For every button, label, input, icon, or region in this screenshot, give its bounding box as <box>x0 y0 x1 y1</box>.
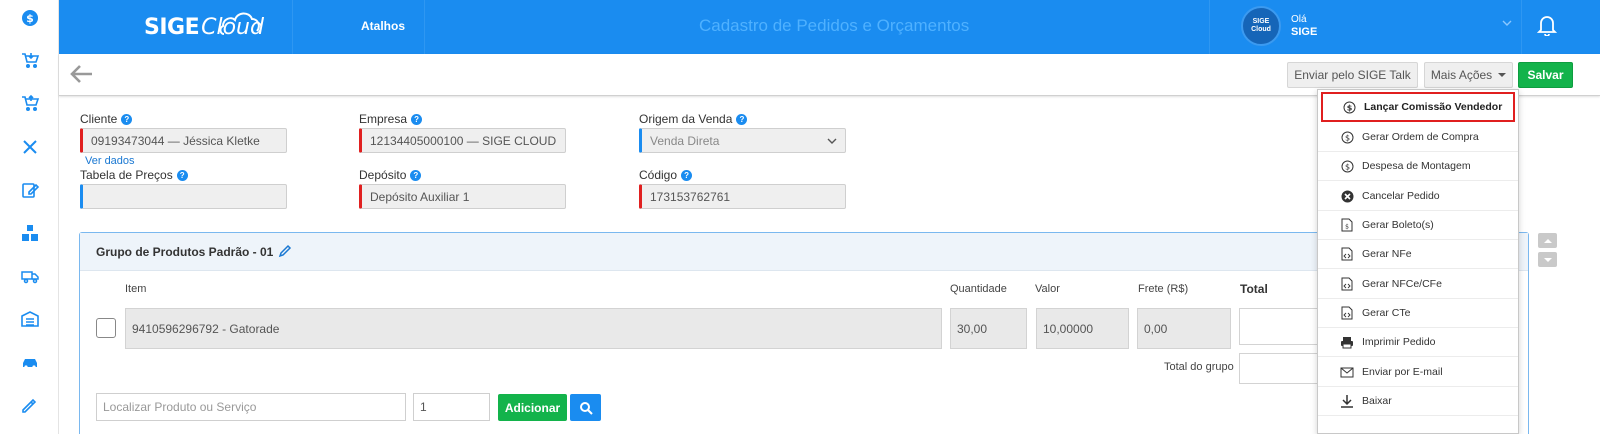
menu-item-gerar-nfe[interactable]: Gerar NFe <box>1318 240 1518 269</box>
dollar-circle-icon: $ <box>1342 100 1356 114</box>
quantidade-cell[interactable]: 30,00 <box>950 308 1027 349</box>
boleto-file-icon: $ <box>1340 218 1354 232</box>
svg-text:$: $ <box>1344 133 1349 142</box>
cart-add-icon[interactable] <box>18 91 42 115</box>
pencil-icon[interactable] <box>278 244 292 261</box>
menu-item-baixar[interactable]: Baixar <box>1318 387 1518 416</box>
more-actions-menu: $ Lançar Comissão Vendedor $ Gerar Ordem… <box>1317 89 1519 434</box>
boxes-icon[interactable] <box>18 221 42 245</box>
column-total: Total <box>1240 282 1268 296</box>
add-button[interactable]: Adicionar <box>498 394 567 421</box>
tools-icon[interactable] <box>18 135 42 159</box>
ruler-pencil-icon[interactable] <box>18 393 42 417</box>
printer-icon <box>1340 335 1354 349</box>
help-icon[interactable]: ? <box>411 113 423 125</box>
back-arrow-icon[interactable] <box>69 63 95 88</box>
svg-text:$: $ <box>26 12 34 25</box>
envelope-icon <box>1340 365 1354 379</box>
download-icon <box>1340 394 1354 408</box>
deposito-field[interactable]: Depósito Auxiliar 1 <box>359 184 566 209</box>
svg-text:$: $ <box>1344 162 1349 171</box>
shortcuts-menu[interactable]: Atalhos <box>361 19 405 33</box>
help-icon[interactable]: ? <box>681 169 693 181</box>
svg-text:$: $ <box>1346 103 1352 112</box>
code-file-icon <box>1340 277 1354 291</box>
tabela-precos-field[interactable] <box>80 184 287 209</box>
search-icon <box>579 401 593 415</box>
save-button[interactable]: Salvar <box>1518 62 1573 88</box>
total-grupo-field <box>1239 353 1319 384</box>
menu-item-gerar-nfce[interactable]: Gerar NFCe/CFe <box>1318 270 1518 299</box>
help-icon[interactable]: ? <box>121 113 133 125</box>
chevron-down-icon[interactable] <box>1502 16 1512 30</box>
cart-icon[interactable] <box>18 48 42 72</box>
menu-item-imprimir-pedido[interactable]: Imprimir Pedido <box>1318 328 1518 357</box>
menu-item-enviar-email[interactable]: Enviar por E-mail <box>1318 358 1518 387</box>
help-icon[interactable]: ? <box>410 169 422 181</box>
cancel-circle-icon <box>1340 189 1354 203</box>
tabela-precos-label: Tabela de Preços? <box>80 168 188 182</box>
ver-dados-link[interactable]: Ver dados <box>85 155 135 167</box>
item-cell[interactable]: 9410596296792 - Gatorade <box>125 308 942 349</box>
dollar-circle-icon: $ <box>1340 130 1354 144</box>
left-sidebar: $ <box>0 0 59 434</box>
column-quantidade: Quantidade <box>950 283 1007 295</box>
scroll-up-button[interactable] <box>1538 233 1557 248</box>
total-grupo-label: Total do grupo <box>1164 361 1234 373</box>
total-cell[interactable] <box>1239 308 1319 345</box>
avatar[interactable]: SIGE Cloud <box>1241 6 1281 46</box>
user-greeting[interactable]: Olá SIGE <box>1291 14 1317 39</box>
column-valor: Valor <box>1035 283 1060 295</box>
caret-down-icon <box>1543 257 1552 262</box>
origem-label: Origem da Venda? <box>639 112 748 126</box>
top-bar: SIGE Cloud Atalhos Cadastro de Pedidos e… <box>59 0 1600 54</box>
menu-item-despesa-montagem[interactable]: $ Despesa de Montagem <box>1318 152 1518 181</box>
truck-icon[interactable] <box>18 264 42 288</box>
warehouse-icon[interactable] <box>18 307 42 331</box>
product-search-input[interactable]: Localizar Produto ou Serviço <box>96 393 406 421</box>
menu-item-gerar-ordem-compra[interactable]: $ Gerar Ordem de Compra <box>1318 123 1518 152</box>
codigo-field[interactable]: 173153762761 <box>639 184 846 209</box>
codigo-label: Código? <box>639 168 693 182</box>
column-item: Item <box>125 283 147 295</box>
menu-item-gerar-cte[interactable]: Gerar CTe <box>1318 299 1518 328</box>
product-group-panel: Grupo de Produtos Padrão - 01 Item Quant… <box>79 232 1529 434</box>
caret-up-icon <box>1543 238 1552 243</box>
send-sige-talk-button[interactable]: Enviar pelo SIGE Talk <box>1287 62 1418 88</box>
chevron-down-icon <box>827 138 837 144</box>
menu-item-lancar-comissao[interactable]: $ Lançar Comissão Vendedor <box>1321 92 1515 122</box>
edit-document-icon[interactable] <box>18 178 42 202</box>
dollar-circle-icon: $ <box>1340 159 1354 173</box>
deposito-label: Depósito? <box>359 168 422 182</box>
sige-cloud-logo[interactable]: SIGE Cloud <box>144 8 264 46</box>
search-button[interactable] <box>570 394 601 421</box>
origem-select[interactable]: Venda Direta <box>639 128 846 153</box>
more-actions-button[interactable]: Mais Ações <box>1424 62 1513 88</box>
help-icon[interactable]: ? <box>176 169 188 181</box>
page-title: Cadastro de Pedidos e Orçamentos <box>699 16 970 35</box>
cliente-label: Cliente? <box>80 112 133 126</box>
svg-text:$: $ <box>1345 224 1349 231</box>
group-title: Grupo de Produtos Padrão - 01 <box>96 245 274 259</box>
scroll-down-button[interactable] <box>1538 252 1557 267</box>
frete-cell[interactable]: 0,00 <box>1137 308 1231 349</box>
valor-cell[interactable]: 10,00000 <box>1036 308 1129 349</box>
car-icon[interactable] <box>18 350 42 374</box>
code-file-icon <box>1340 247 1354 261</box>
row-checkbox[interactable] <box>96 318 116 338</box>
caret-down-icon <box>1498 73 1507 77</box>
code-file-icon <box>1340 306 1354 320</box>
help-icon[interactable]: ? <box>736 113 748 125</box>
menu-item-cancelar-pedido[interactable]: Cancelar Pedido <box>1318 182 1518 211</box>
empresa-field[interactable]: 12134405000100 — SIGE CLOUD <box>359 128 566 153</box>
finance-icon[interactable]: $ <box>18 6 42 30</box>
menu-item-gerar-boleto[interactable]: $ Gerar Boleto(s) <box>1318 211 1518 240</box>
bell-icon[interactable] <box>1536 14 1558 39</box>
column-frete: Frete (R$) <box>1138 283 1189 295</box>
cliente-field[interactable]: 09193473044 — Jéssica Kletke <box>80 128 287 153</box>
group-header: Grupo de Produtos Padrão - 01 <box>80 233 1528 271</box>
empresa-label: Empresa? <box>359 112 423 126</box>
quantity-input[interactable]: 1 <box>413 393 490 421</box>
